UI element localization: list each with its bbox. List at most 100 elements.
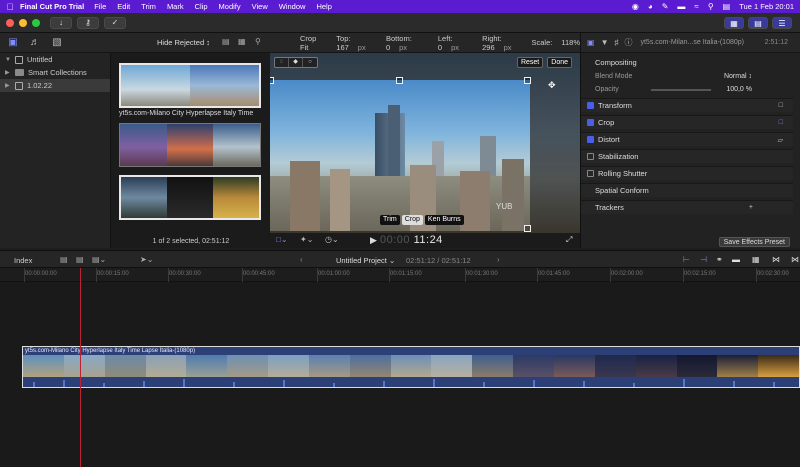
crop-handle-bottom-right[interactable] [524, 225, 531, 232]
save-effects-preset-button[interactable]: Save Effects Preset [718, 237, 790, 247]
blend-mode-dropdown[interactable]: Normal ↕ [724, 73, 752, 80]
trackers-section[interactable]: Trackers + [581, 200, 793, 214]
menu-file[interactable]: File [94, 2, 106, 11]
project-name-dropdown[interactable]: Untitled Project ⌄ [336, 256, 395, 265]
crop-center-icon[interactable]: ◆ [289, 58, 303, 67]
audio-waveform[interactable] [22, 377, 800, 388]
opacity-value[interactable]: 100,0 % [726, 86, 752, 93]
close-window-button[interactable] [6, 18, 14, 27]
headphones-icon[interactable]: ⚭ [716, 255, 723, 264]
toggle-inspector-button[interactable]: ☰ [772, 17, 792, 29]
crop-mode-button[interactable]: Crop [401, 215, 423, 225]
disclosure-right-icon[interactable]: ▶ [5, 69, 11, 76]
sidebar-item-smart-collections[interactable]: ▶ Smart Collections [0, 66, 110, 79]
crop-fit-icon[interactable]: ○ [303, 58, 317, 67]
search-icon[interactable]: ⚲ [708, 2, 714, 11]
transform-checkbox[interactable] [587, 102, 594, 109]
transitions-browser-icon[interactable]: ⋈ [772, 255, 780, 264]
list-view-icon[interactable]: ▦ [238, 37, 246, 46]
clock[interactable]: Tue 1 Feb 20:01 [739, 2, 794, 11]
history-forward-icon[interactable]: › [497, 255, 500, 264]
timeline-ruler[interactable]: 00:00:00:00 00:00:15:00 00:00:30:00 00:0… [0, 268, 800, 282]
ken-burns-mode-button[interactable]: Ken Burns [424, 215, 464, 225]
battery-icon[interactable]: ▬ [677, 2, 685, 11]
clip-filmstrip-selected[interactable] [119, 63, 261, 108]
history-back-icon[interactable]: ‹ [300, 255, 303, 264]
keyword-button[interactable]: ⚷ [77, 16, 99, 29]
minimize-window-button[interactable] [19, 18, 27, 27]
crop-checkbox[interactable] [587, 119, 594, 126]
reset-button[interactable]: Reset [516, 57, 544, 68]
menu-mark[interactable]: Mark [167, 2, 184, 11]
crop-section[interactable]: Crop □ [581, 115, 793, 129]
search-icon[interactable]: ⚲ [255, 37, 261, 46]
more-icon[interactable]: ⋈ [791, 255, 799, 264]
done-button[interactable]: Done [547, 57, 572, 68]
video-inspector-icon[interactable]: ▣ [587, 38, 595, 47]
timeline-index-button[interactable]: Index [14, 256, 32, 265]
menu-view[interactable]: View [252, 2, 268, 11]
menu-modify[interactable]: Modify [219, 2, 241, 11]
control-center-icon[interactable]: ▤ [723, 2, 731, 11]
speed-gauge-icon[interactable]: ◷⌄ [325, 235, 339, 244]
insert-clip-icon[interactable]: ▤ [76, 255, 84, 264]
wifi-icon[interactable]: ≈ [694, 2, 698, 11]
playhead[interactable] [80, 268, 81, 467]
transform-tool-icon[interactable]: □⌄ [276, 235, 288, 244]
filmstrip-settings-icon[interactable]: ▤ [222, 37, 230, 46]
enhance-wand-icon[interactable]: ✦⌄ [300, 235, 313, 244]
audio-inspector-icon[interactable]: ♯ [614, 38, 618, 47]
connect-clip-icon[interactable]: ▤ [60, 255, 68, 264]
toggle-timeline-button[interactable]: ▤ [748, 17, 768, 29]
audio-skimming-icon[interactable]: ⊣ [700, 255, 707, 264]
compositing-section[interactable]: Compositing [581, 55, 793, 69]
fullscreen-icon[interactable]: ⤢ [566, 235, 572, 245]
select-tool-icon[interactable]: ➤⌄ [140, 255, 153, 264]
background-tasks-button[interactable]: ✓ [104, 16, 126, 29]
timeline-clip-label[interactable]: yt5s.com-Milano City Hyperlapse Italy Ti… [22, 346, 800, 355]
clip-appearance-icon[interactable]: ▬ [732, 255, 740, 264]
app-status-icon[interactable]: ◕ [648, 2, 653, 11]
transform-tool-icon[interactable]: □ [779, 102, 783, 109]
append-clip-icon[interactable]: ▤⌄ [92, 255, 106, 264]
video-frame-crop-area[interactable]: YUB [270, 80, 530, 231]
crop-handle-top[interactable] [396, 77, 403, 84]
disclosure-down-icon[interactable]: ▼ [5, 57, 11, 63]
menu-help[interactable]: Help [316, 2, 331, 11]
titles-generators-icon[interactable]: ▧ [48, 37, 66, 48]
spatial-conform-section[interactable]: Spatial Conform [581, 183, 793, 197]
trim-mode-button[interactable]: Trim [380, 215, 400, 225]
viewer[interactable]: YUB ◌ ◆ ○ Reset Done ✥ Trim Crop Ken Bur… [270, 53, 580, 233]
opacity-slider[interactable] [651, 89, 711, 91]
transform-section[interactable]: Transform □ [581, 98, 793, 112]
clip-filmstrip[interactable] [119, 123, 261, 167]
crop-handle-top-right[interactable] [524, 77, 531, 84]
script-icon[interactable]: ✎ [662, 2, 669, 11]
toggle-browser-button[interactable]: ▦ [724, 17, 744, 29]
distort-checkbox[interactable] [587, 136, 594, 143]
disclosure-right-icon[interactable]: ▶ [5, 82, 11, 89]
libraries-icon[interactable]: ▣ [4, 37, 22, 48]
rolling-shutter-checkbox[interactable] [587, 170, 594, 177]
sidebar-item-library[interactable]: ▼ Untitled [0, 53, 110, 66]
record-icon[interactable]: ◉ [632, 2, 639, 11]
add-tracker-button[interactable]: + [749, 204, 753, 211]
clip-filmstrip-selected[interactable] [119, 175, 261, 220]
play-icon[interactable]: ▶ [370, 235, 377, 246]
skimming-icon[interactable]: ⊢ [683, 255, 690, 264]
stabilization-checkbox[interactable] [587, 153, 594, 160]
menu-trim[interactable]: Trim [141, 2, 156, 11]
menu-edit[interactable]: Edit [117, 2, 130, 11]
zoom-window-button[interactable] [32, 18, 40, 27]
stabilization-section[interactable]: Stabilization [581, 149, 793, 163]
crop-handle-top-left[interactable] [270, 77, 274, 84]
crop-tool-icon[interactable]: □ [779, 119, 783, 126]
menu-clip[interactable]: Clip [195, 2, 208, 11]
apple-menu-icon[interactable]:  [0, 2, 20, 12]
playhead-timecode[interactable]: 00:00 11:24 [380, 234, 443, 246]
effects-browser-icon[interactable]: ▦ [752, 255, 760, 264]
crop-flip-icon[interactable]: ◌ [275, 58, 289, 67]
rolling-shutter-section[interactable]: Rolling Shutter [581, 166, 793, 180]
app-menu[interactable]: Final Cut Pro Trial [20, 2, 84, 11]
photos-audio-icon[interactable]: ♬ [26, 37, 44, 48]
